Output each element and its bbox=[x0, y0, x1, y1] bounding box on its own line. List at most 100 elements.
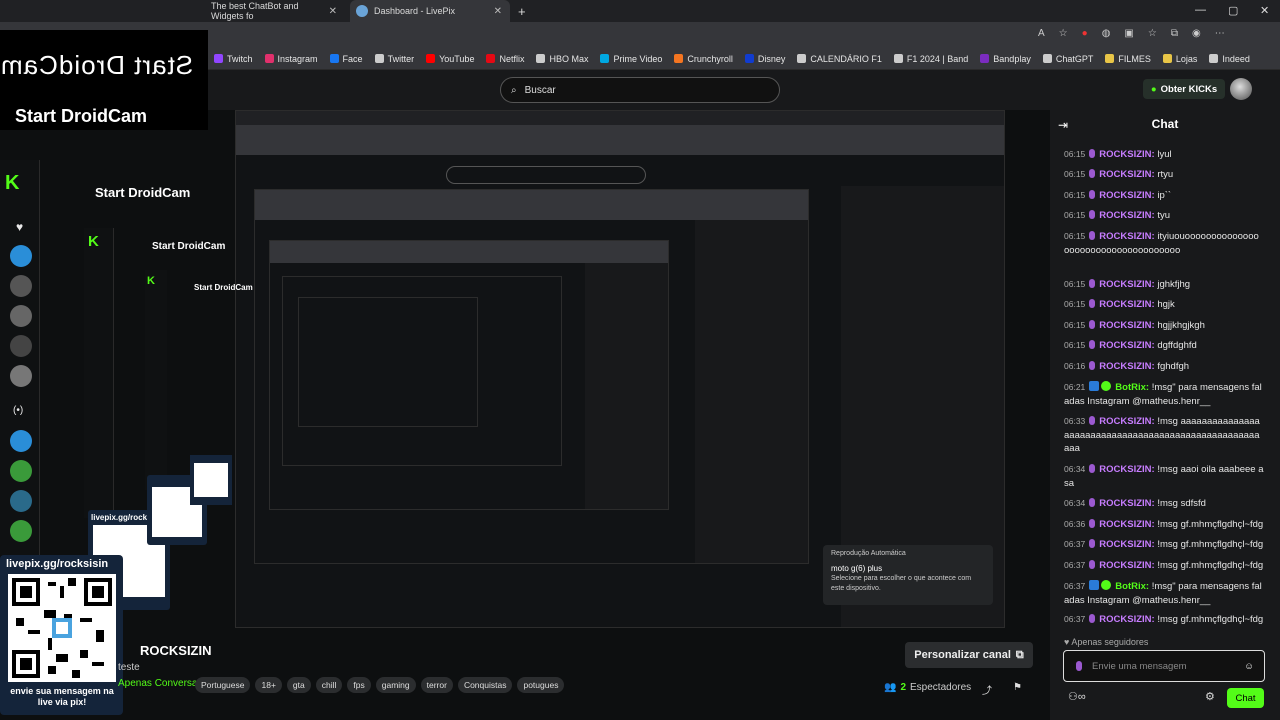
message-username[interactable]: ROCKSIZIN: bbox=[1099, 614, 1154, 625]
bookmark-indeed[interactable]: Indeed bbox=[1209, 54, 1250, 64]
emoji-icon[interactable]: ☺ bbox=[1244, 661, 1254, 672]
message-time: 06:16 bbox=[1064, 361, 1086, 371]
bookmark-netflix[interactable]: Netflix bbox=[486, 54, 524, 64]
message-username[interactable]: ROCKSIZIN: bbox=[1099, 416, 1154, 427]
youtube-icon bbox=[426, 54, 436, 63]
message-username[interactable]: ROCKSIZIN: bbox=[1099, 464, 1154, 475]
bandplay-icon bbox=[980, 54, 990, 63]
extension-red-icon[interactable]: ● bbox=[1082, 28, 1088, 39]
message-username[interactable]: BotRix: bbox=[1115, 581, 1149, 592]
favorite-icon[interactable]: ☆ bbox=[1059, 28, 1068, 39]
mic-icon bbox=[1089, 299, 1096, 308]
profile-icon[interactable]: ◉ bbox=[1192, 28, 1201, 39]
heart-icon: ♥ bbox=[16, 220, 24, 234]
new-tab-button[interactable]: + bbox=[512, 0, 532, 22]
favorites-bar-icon[interactable]: ☆ bbox=[1148, 28, 1157, 39]
extension-icon[interactable]: ◍ bbox=[1102, 28, 1111, 39]
share-icon[interactable]: ⤴ bbox=[982, 682, 992, 697]
message-username[interactable]: ROCKSIZIN: bbox=[1099, 519, 1154, 530]
bookmark-filmes[interactable]: FILMES bbox=[1105, 54, 1151, 64]
avatar[interactable] bbox=[1230, 78, 1252, 100]
tag[interactable]: fps bbox=[347, 677, 371, 693]
bookmark-hbo[interactable]: HBO Max bbox=[536, 54, 588, 64]
nested-chat bbox=[695, 220, 808, 563]
close-tab-icon[interactable]: ✕ bbox=[494, 6, 502, 17]
chat-send-button[interactable]: Chat bbox=[1227, 688, 1264, 708]
message-username[interactable]: ROCKSIZIN: bbox=[1099, 539, 1154, 550]
bookmark-twitter[interactable]: Twitter bbox=[374, 54, 414, 64]
search-input[interactable]: ⌕ Buscar bbox=[500, 77, 780, 103]
read-aloud-icon[interactable]: A bbox=[1038, 28, 1045, 39]
follow-icon[interactable]: ⚑ bbox=[1013, 682, 1022, 693]
bookmark-f1-band[interactable]: F1 2024 | Band bbox=[893, 53, 969, 64]
collections-icon[interactable]: ⧉ bbox=[1171, 28, 1178, 39]
message-username[interactable]: ROCKSIZIN: bbox=[1099, 231, 1154, 242]
message-username[interactable]: ROCKSIZIN: bbox=[1099, 361, 1154, 372]
tag[interactable]: gta bbox=[286, 677, 311, 693]
tag[interactable]: Conquistas bbox=[457, 677, 513, 693]
maximize-button[interactable]: ▢ bbox=[1228, 4, 1238, 17]
message-username[interactable]: ROCKSIZIN: bbox=[1099, 169, 1154, 180]
tag[interactable]: gaming bbox=[375, 677, 416, 693]
bookmark-label: ChatGPT bbox=[1055, 53, 1094, 64]
bookmark-lojas[interactable]: Lojas bbox=[1162, 54, 1197, 64]
droidcam-mirrored-text: Start DroidCam bbox=[0, 50, 194, 80]
bookmark-crunchyroll[interactable]: Crunchyroll bbox=[674, 54, 733, 64]
browser-tab-active[interactable]: Dashboard - LivePix ✕ bbox=[350, 0, 510, 22]
chat-message: 06:15 ROCKSIZIN: hgjk bbox=[1064, 298, 1264, 312]
message-username[interactable]: ROCKSIZIN: bbox=[1099, 279, 1154, 290]
channel-name[interactable]: ROCKSIZIN bbox=[140, 643, 212, 658]
nested-screen-capture-3 bbox=[269, 240, 669, 510]
bookmark-bandplay[interactable]: Bandplay bbox=[980, 54, 1031, 64]
message-username[interactable]: ROCKSIZIN: bbox=[1099, 299, 1154, 310]
message-username[interactable]: ROCKSIZIN: bbox=[1099, 340, 1154, 351]
message-username[interactable]: ROCKSIZIN: bbox=[1099, 320, 1154, 331]
channel-avatar bbox=[10, 335, 32, 357]
tag[interactable]: Portuguese bbox=[195, 677, 251, 693]
tag[interactable]: 18+ bbox=[255, 677, 282, 693]
bookmark-prime[interactable]: Prime Video bbox=[600, 54, 662, 64]
users-icon: 👥 bbox=[884, 682, 897, 693]
message-username[interactable]: ROCKSIZIN: bbox=[1099, 149, 1154, 160]
customize-channel-button[interactable]: Personalizar canal ⧉ bbox=[905, 642, 1033, 668]
message-time: 06:15 bbox=[1064, 340, 1086, 350]
bookmark-face[interactable]: Face bbox=[329, 54, 363, 64]
droidcam-label-small: Start DroidCam bbox=[152, 241, 226, 252]
close-tab-icon[interactable]: ✕ bbox=[329, 6, 337, 17]
message-username[interactable]: ROCKSIZIN: bbox=[1099, 210, 1154, 221]
close-window-button[interactable]: ✕ bbox=[1260, 4, 1269, 17]
bookmark-youtube[interactable]: YouTube bbox=[426, 54, 474, 64]
message-username[interactable]: ROCKSIZIN: bbox=[1099, 560, 1154, 571]
bookmark-chatgpt[interactable]: ChatGPT bbox=[1042, 53, 1094, 64]
instagram-icon bbox=[264, 54, 274, 63]
verified-icon bbox=[1101, 580, 1112, 590]
tag[interactable]: chill bbox=[315, 677, 343, 693]
autoplay-notification[interactable]: Reprodução Automática moto g(6) plus Sel… bbox=[823, 545, 993, 605]
message-username[interactable]: BotRix: bbox=[1115, 382, 1149, 393]
bookmark-label: CALENDÁRIO F1 bbox=[810, 53, 882, 64]
bookmark-instagram[interactable]: Instagram bbox=[264, 54, 318, 64]
chat-input[interactable]: Envie uma mensagem ☺ bbox=[1063, 650, 1265, 682]
bookmark-disney[interactable]: Disney bbox=[744, 54, 785, 64]
channel-points-icon[interactable]: ⚇∞ bbox=[1068, 690, 1086, 703]
bookmark-f1-calendar[interactable]: CALENDÁRIO F1 bbox=[797, 54, 882, 64]
bookmark-label: Bandplay bbox=[993, 53, 1031, 64]
more-menu-icon[interactable]: ⋯ bbox=[1215, 28, 1225, 39]
mic-icon bbox=[1089, 279, 1096, 288]
x-icon bbox=[374, 54, 384, 63]
split-screen-icon[interactable]: ▣ bbox=[1124, 28, 1133, 39]
minimize-button[interactable]: — bbox=[1195, 4, 1206, 16]
message-text: ip`` bbox=[1157, 190, 1172, 201]
gear-icon[interactable]: ⚙ bbox=[1205, 690, 1215, 703]
tag[interactable]: terror bbox=[420, 677, 453, 693]
mic-icon bbox=[1089, 464, 1096, 473]
nested-sidebar: K bbox=[84, 228, 114, 518]
bookmark-label: F1 2024 | Band bbox=[906, 53, 969, 64]
tag[interactable]: potugues bbox=[517, 677, 565, 693]
stream-category[interactable]: Apenas Conversa bbox=[118, 678, 198, 689]
bookmark-twitch[interactable]: Twitch bbox=[214, 54, 253, 64]
browser-tab[interactable]: The best ChatBot and Widgets fo ✕ bbox=[205, 0, 345, 22]
message-username[interactable]: ROCKSIZIN: bbox=[1099, 190, 1154, 201]
get-kicks-button[interactable]: ● Obter KICKs bbox=[1143, 79, 1225, 99]
message-username[interactable]: ROCKSIZIN: bbox=[1099, 498, 1154, 509]
